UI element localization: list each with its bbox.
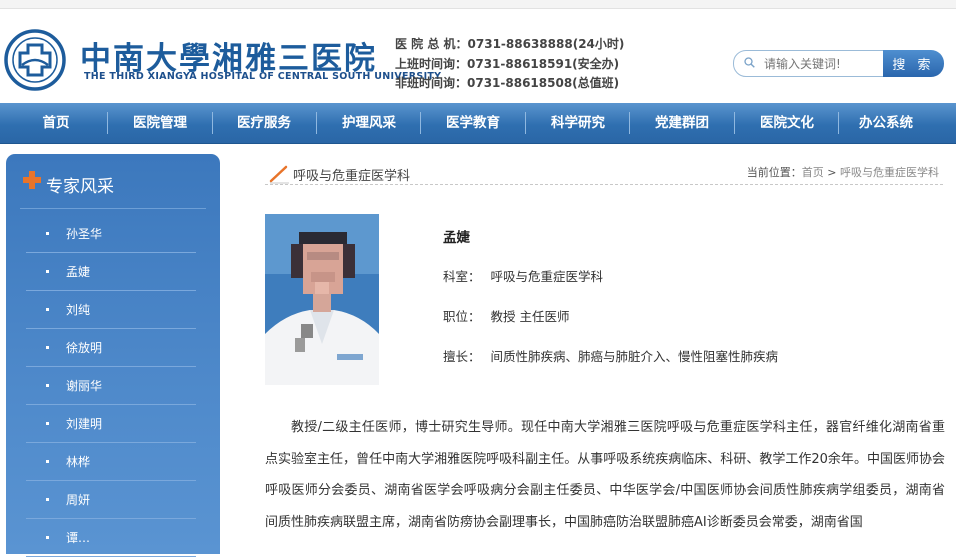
bullet-icon [46,270,49,273]
sidebar-item[interactable]: 孟婕 [26,253,196,291]
sidebar-item[interactable]: 谭… [26,519,196,557]
contact-line: 医 院 总 机：0731-88638888(24小时) [395,37,625,51]
section-title: 呼吸与危重症医学科 [293,169,411,184]
bullet-icon [46,460,49,463]
position-label: 职位： [443,309,481,324]
main-nav: 首页 医院管理 医疗服务 护理风采 医学教育 科学研究 党建群团 医院文化 办公… [0,103,956,144]
bullet-icon [46,232,49,235]
search-bar: 搜 索 [733,50,944,77]
doctor-specialty: 擅长： 间质性肺疾病、肺癌与肺脏介入、慢性阻塞性肺疾病 [443,346,778,365]
sidebar-item-label: 孙圣华 [66,227,103,241]
bullet-icon [46,308,49,311]
breadcrumb-separator: > [823,166,840,179]
bullet-icon [46,422,49,425]
nav-item-culture[interactable]: 医院文化 [735,103,839,143]
sidebar-item-label: 刘纯 [66,303,91,317]
search-input[interactable] [764,54,879,73]
specialty-label: 擅长： [443,349,481,364]
section-header: 呼吸与危重症医学科 当前位置：首页 > 呼吸与危重症医学科 [265,158,943,185]
breadcrumb-home[interactable]: 首页 [802,166,824,179]
bullet-icon [46,498,49,501]
sidebar-item-label: 孟婕 [66,265,91,279]
breadcrumb-label: 当前位置： [746,166,802,179]
sidebar-item[interactable]: 刘纯 [26,291,196,329]
sidebar-item[interactable]: 林桦 [26,443,196,481]
breadcrumb-current[interactable]: 呼吸与危重症医学科 [840,166,939,179]
nav-item-nursing[interactable]: 护理风采 [317,103,421,143]
doctor-portrait-image [265,214,379,385]
plus-icon [23,171,41,189]
doctor-photo [265,214,379,385]
doctor-name: 孟婕 [443,230,470,246]
sidebar-divider [20,208,206,209]
contact-line: 上班时间询：0731-88618591(安全办) [395,56,620,71]
sidebar-title: 专家风采 [46,177,114,197]
nav-item-party[interactable]: 党建群团 [630,103,734,143]
sidebar-item-label: 林桦 [66,455,91,469]
contact-info: 医 院 总 机：0731-88638888(24小时) 上班时间询：0731-8… [395,35,624,94]
sidebar-item-label: 谭… [66,531,91,545]
bullet-icon [46,384,49,387]
department-value: 呼吸与危重症医学科 [490,269,604,284]
top-utility-strip [0,0,956,9]
sidebar-item[interactable]: 徐放明 [26,329,196,367]
specialty-value: 间质性肺疾病、肺癌与肺脏介入、慢性阻塞性肺疾病 [490,349,779,364]
expert-sidebar: 专家风采 孙圣华 孟婕 刘纯 徐放明 谢丽华 刘建明 林桦 周妍 谭… [6,154,220,557]
hospital-emblem-icon[interactable] [4,29,66,91]
sidebar-item-label: 周妍 [66,493,91,507]
hospital-name-en: THE THIRD XIANGYA HOSPITAL OF CENTRAL SO… [84,71,442,82]
sidebar-item-label: 刘建明 [66,417,103,431]
site-header: 中南大學湘雅三医院 THE THIRD XIANGYA HOSPITAL OF … [0,9,956,103]
doctor-biography: 教授/二级主任医师，博士研究生导师。现任中南大学湘雅三医院呼吸与危重症医学科主任… [265,420,945,530]
sidebar-item-label: 徐放明 [66,341,103,355]
sidebar-item[interactable]: 刘建明 [26,405,196,443]
sidebar-item[interactable]: 孙圣华 [26,215,196,253]
nav-item-hospital-management[interactable]: 医院管理 [108,103,212,143]
position-value: 教授 主任医师 [490,309,570,324]
nav-item-research[interactable]: 科学研究 [526,103,630,143]
sidebar-item[interactable]: 谢丽华 [26,367,196,405]
doctor-department: 科室： 呼吸与危重症医学科 [443,266,603,285]
search-box [733,50,885,77]
nav-item-education[interactable]: 医学教育 [421,103,525,143]
bullet-icon [46,536,49,539]
bullet-icon [46,346,49,349]
nav-item-home[interactable]: 首页 [4,103,108,143]
breadcrumb: 当前位置：首页 > 呼吸与危重症医学科 [747,164,939,180]
search-icon [744,57,755,68]
nav-item-office[interactable]: 办公系统 [834,103,938,143]
sidebar-item[interactable]: 周妍 [26,481,196,519]
search-button[interactable]: 搜 索 [883,50,944,77]
nav-item-medical-services[interactable]: 医疗服务 [212,103,316,143]
department-label: 科室： [443,269,481,284]
doctor-position: 职位： 教授 主任医师 [443,306,570,325]
pencil-icon [269,165,289,184]
contact-line: 非班时间询：0731-88618508(总值班) [395,76,620,90]
sidebar-item-label: 谢丽华 [66,379,103,393]
